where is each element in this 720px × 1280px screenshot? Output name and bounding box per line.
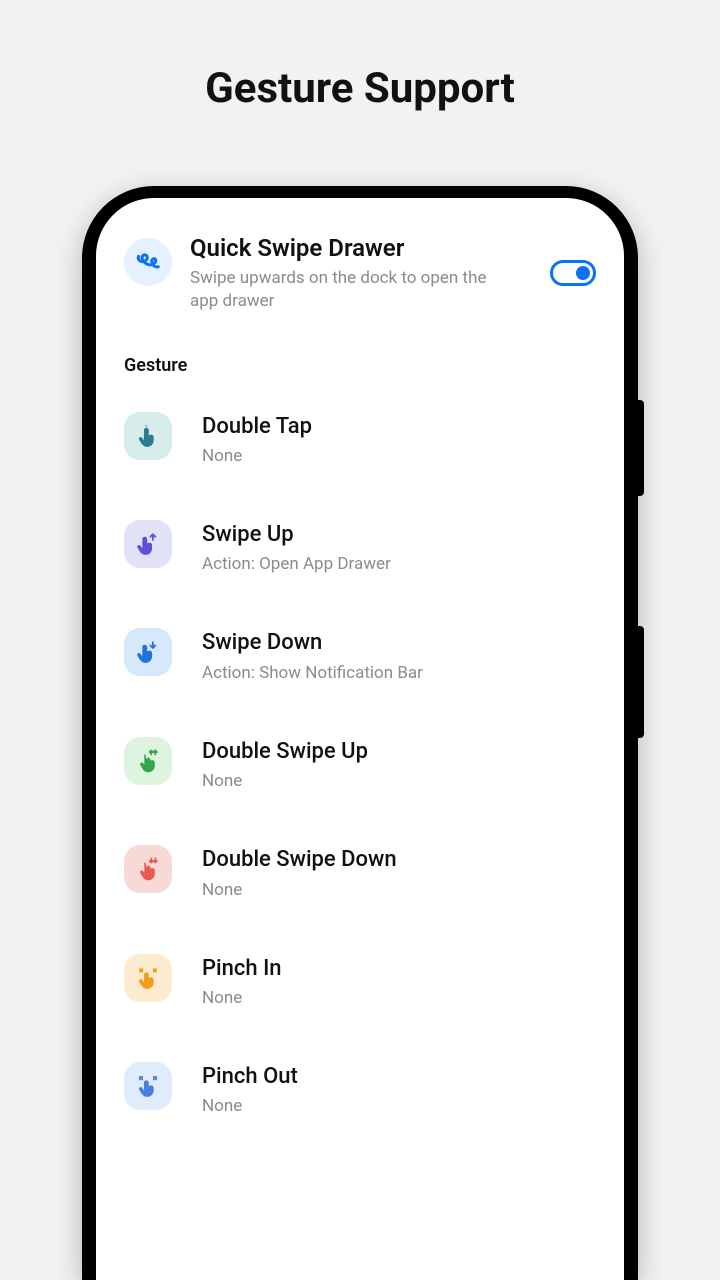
gesture-label: Swipe Down [202, 630, 596, 656]
gesture-subtitle: None [202, 988, 596, 1008]
gesture-subtitle: None [202, 771, 596, 791]
swipe-down-icon [124, 628, 172, 676]
gesture-item-pinch-in[interactable]: Pinch In None [124, 926, 596, 1034]
squiggle-icon [124, 238, 172, 286]
swipe-up-icon [124, 520, 172, 568]
double-tap-icon [124, 412, 172, 460]
double-swipe-down-icon [124, 845, 172, 893]
pinch-out-icon [124, 1062, 172, 1110]
double-swipe-up-icon [124, 737, 172, 785]
gesture-label: Pinch In [202, 956, 596, 982]
pinch-in-icon [124, 954, 172, 1002]
gesture-list: Double Tap None Swipe Up Action: Open Ap… [124, 384, 596, 1143]
phone-side-button [638, 626, 644, 738]
gesture-label: Pinch Out [202, 1064, 596, 1090]
quick-swipe-title: Quick Swipe Drawer [190, 234, 532, 263]
gesture-label: Swipe Up [202, 522, 596, 548]
gesture-subtitle: Action: Open App Drawer [202, 554, 596, 574]
gesture-section-label: Gesture [124, 355, 596, 376]
phone-side-button [638, 400, 644, 496]
gesture-subtitle: None [202, 1096, 596, 1116]
gesture-label: Double Swipe Down [202, 847, 596, 873]
gesture-subtitle: Action: Show Notification Bar [202, 663, 596, 683]
gesture-subtitle: None [202, 880, 596, 900]
page-title: Gesture Support [0, 0, 720, 113]
quick-swipe-row[interactable]: Quick Swipe Drawer Swipe upwards on the … [124, 234, 596, 313]
quick-swipe-subtitle: Swipe upwards on the dock to open the ap… [190, 267, 490, 313]
gesture-item-double-swipe-up[interactable]: Double Swipe Up None [124, 709, 596, 817]
quick-swipe-toggle[interactable] [550, 260, 596, 286]
gesture-item-swipe-up[interactable]: Swipe Up Action: Open App Drawer [124, 492, 596, 600]
gesture-subtitle: None [202, 446, 596, 466]
phone-frame: Quick Swipe Drawer Swipe upwards on the … [82, 186, 638, 1280]
gesture-item-swipe-down[interactable]: Swipe Down Action: Show Notification Bar [124, 600, 596, 708]
gesture-item-double-tap[interactable]: Double Tap None [124, 384, 596, 492]
gesture-label: Double Swipe Up [202, 739, 596, 765]
gesture-item-pinch-out[interactable]: Pinch Out None [124, 1034, 596, 1142]
phone-screen: Quick Swipe Drawer Swipe upwards on the … [96, 198, 624, 1280]
gesture-item-double-swipe-down[interactable]: Double Swipe Down None [124, 817, 596, 925]
gesture-label: Double Tap [202, 414, 596, 440]
